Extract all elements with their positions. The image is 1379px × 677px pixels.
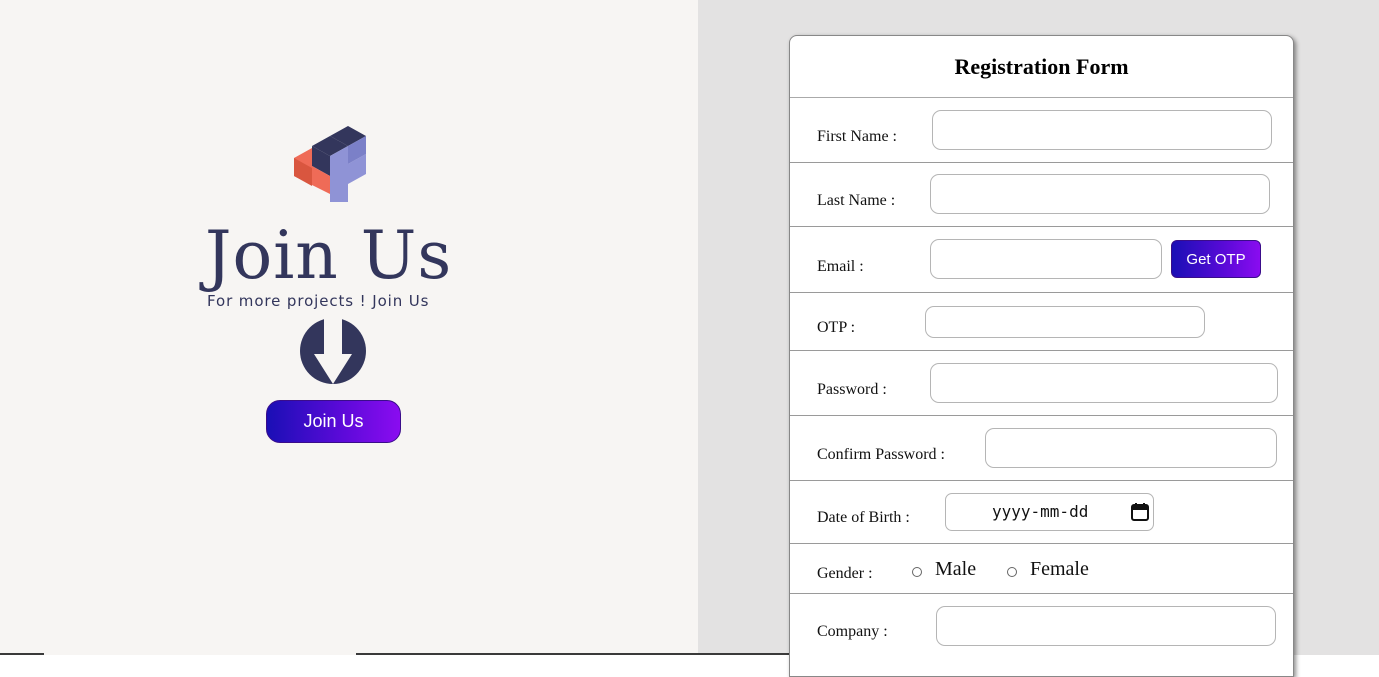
email-label: Email : (817, 258, 864, 275)
confirm-password-input[interactable] (985, 428, 1277, 468)
logo-cube-icon (294, 126, 366, 202)
dob-input[interactable]: yyyy-mm-dd (945, 493, 1154, 531)
dob-label: Date of Birth : (817, 509, 910, 526)
confirm-password-row: Confirm Password : (790, 416, 1293, 481)
confirm-password-label: Confirm Password : (817, 446, 945, 463)
last-name-row: Last Name : (790, 163, 1293, 227)
email-row: Email : Get OTP (790, 227, 1293, 293)
otp-row: OTP : (790, 293, 1293, 351)
gender-male-radio[interactable] (912, 567, 922, 577)
password-label: Password : (817, 381, 887, 398)
form-title: Registration Form (790, 36, 1293, 98)
password-row: Password : (790, 351, 1293, 416)
gender-male-label: Male (935, 558, 977, 580)
company-input[interactable] (936, 606, 1276, 646)
dob-placeholder: yyyy-mm-dd (992, 502, 1089, 521)
join-us-button[interactable]: Join Us (266, 400, 401, 443)
calendar-icon[interactable] (1130, 502, 1150, 522)
gender-label: Gender : (817, 565, 873, 582)
hero-subtitle: For more projects ! Join Us (207, 292, 430, 310)
company-label: Company : (817, 623, 888, 640)
gender-female-label: Female (1030, 558, 1089, 580)
get-otp-button[interactable]: Get OTP (1171, 240, 1261, 278)
first-name-input[interactable] (932, 110, 1272, 150)
last-name-label: Last Name : (817, 192, 896, 209)
hero-title: Join Us (205, 217, 453, 294)
password-input[interactable] (930, 363, 1278, 403)
gender-female-radio[interactable] (1007, 567, 1017, 577)
down-arrow-icon (300, 318, 366, 384)
first-name-row: First Name : (790, 98, 1293, 163)
last-name-input[interactable] (930, 174, 1270, 214)
dob-row: Date of Birth : yyyy-mm-dd (790, 481, 1293, 544)
otp-label: OTP : (817, 319, 856, 336)
first-name-label: First Name : (817, 128, 897, 145)
otp-input[interactable] (925, 306, 1205, 338)
hero-panel: Join Us For more projects ! Join Us Join… (0, 0, 698, 655)
gender-row: Gender : Male Female (790, 544, 1293, 594)
registration-form: Registration Form First Name : Last Name… (789, 35, 1294, 677)
email-input[interactable] (930, 239, 1162, 279)
company-row: Company : (790, 594, 1293, 676)
